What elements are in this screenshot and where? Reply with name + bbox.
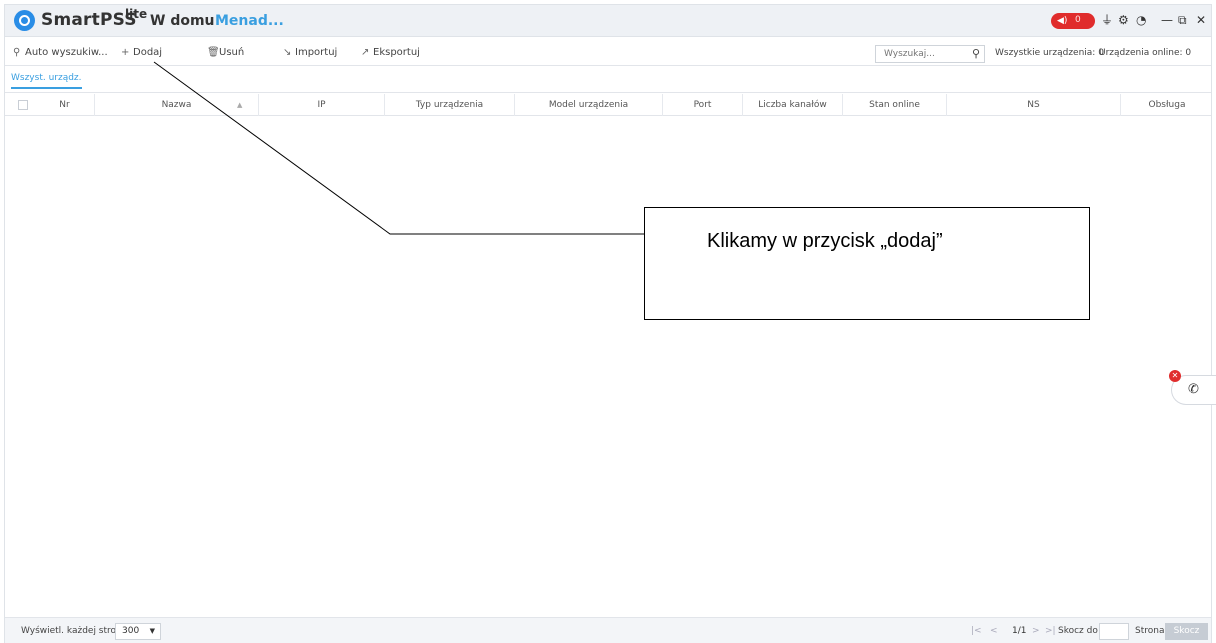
callout-pointer-line	[153, 61, 644, 235]
callout-box: Klikamy w przycisk „dodaj”	[644, 207, 1090, 320]
callout-text: Klikamy w przycisk „dodaj”	[707, 230, 943, 252]
